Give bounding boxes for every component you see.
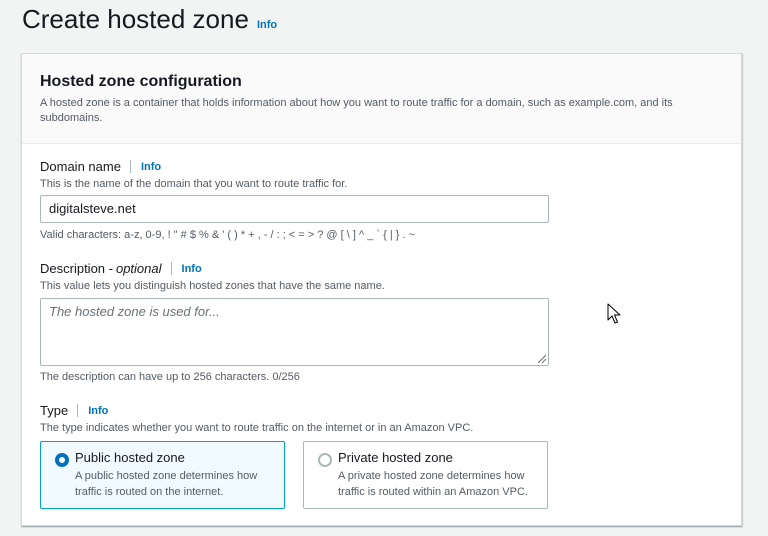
description-placeholder: The hosted zone is used for... bbox=[49, 304, 220, 319]
panel-title: Hosted zone configuration bbox=[40, 73, 242, 90]
description-field-description: This value lets you distinguish hosted z… bbox=[40, 280, 385, 292]
public-hosted-zone-radio[interactable] bbox=[55, 453, 69, 467]
domain-name-label: Domain name bbox=[40, 159, 121, 174]
description-label: Description - bbox=[40, 261, 113, 276]
type-label-row: Type Info bbox=[40, 403, 108, 418]
hosted-zone-configuration-panel: Hosted zone configuration A hosted zone … bbox=[21, 53, 742, 526]
private-hosted-zone-title: Private hosted zone bbox=[338, 450, 453, 465]
type-label: Type bbox=[40, 403, 69, 418]
panel-header: Hosted zone configuration A hosted zone … bbox=[22, 54, 741, 144]
label-divider bbox=[77, 404, 79, 417]
type-info-link[interactable]: Info bbox=[88, 405, 108, 417]
page-header: Create hosted zone Info bbox=[22, 4, 277, 35]
private-hosted-zone-radio[interactable] bbox=[318, 453, 332, 467]
page-title: Create hosted zone bbox=[22, 4, 249, 34]
domain-name-input[interactable]: digitalsteve.net bbox=[40, 195, 549, 223]
label-divider bbox=[129, 160, 131, 173]
resize-grip-icon[interactable] bbox=[538, 355, 546, 363]
description-label-row: Description - optional Info bbox=[40, 261, 202, 276]
type-description: The type indicates whether you want to r… bbox=[40, 422, 474, 434]
domain-name-constraint: Valid characters: a-z, 0-9, ! " # $ % & … bbox=[40, 229, 415, 241]
public-hosted-zone-tile[interactable]: Public hosted zone A public hosted zone … bbox=[40, 441, 285, 509]
domain-name-info-link[interactable]: Info bbox=[141, 161, 161, 173]
description-optional-label: optional bbox=[115, 261, 162, 276]
description-info-link[interactable]: Info bbox=[182, 263, 202, 275]
mouse-pointer-icon bbox=[607, 303, 621, 324]
description-textarea[interactable]: The hosted zone is used for... bbox=[40, 298, 549, 366]
label-divider bbox=[170, 262, 172, 275]
page-info-link[interactable]: Info bbox=[257, 19, 277, 31]
public-hosted-zone-title: Public hosted zone bbox=[75, 450, 185, 465]
panel-description: A hosted zone is a container that holds … bbox=[40, 97, 673, 124]
public-hosted-zone-description: A public hosted zone determines how traf… bbox=[75, 470, 258, 498]
private-hosted-zone-description: A private hosted zone determines how tra… bbox=[338, 470, 528, 498]
description-constraint: The description can have up to 256 chara… bbox=[40, 371, 300, 383]
private-hosted-zone-tile[interactable]: Private hosted zone A private hosted zon… bbox=[303, 441, 548, 509]
domain-name-description: This is the name of the domain that you … bbox=[40, 178, 348, 190]
domain-name-label-row: Domain name Info bbox=[40, 159, 161, 174]
